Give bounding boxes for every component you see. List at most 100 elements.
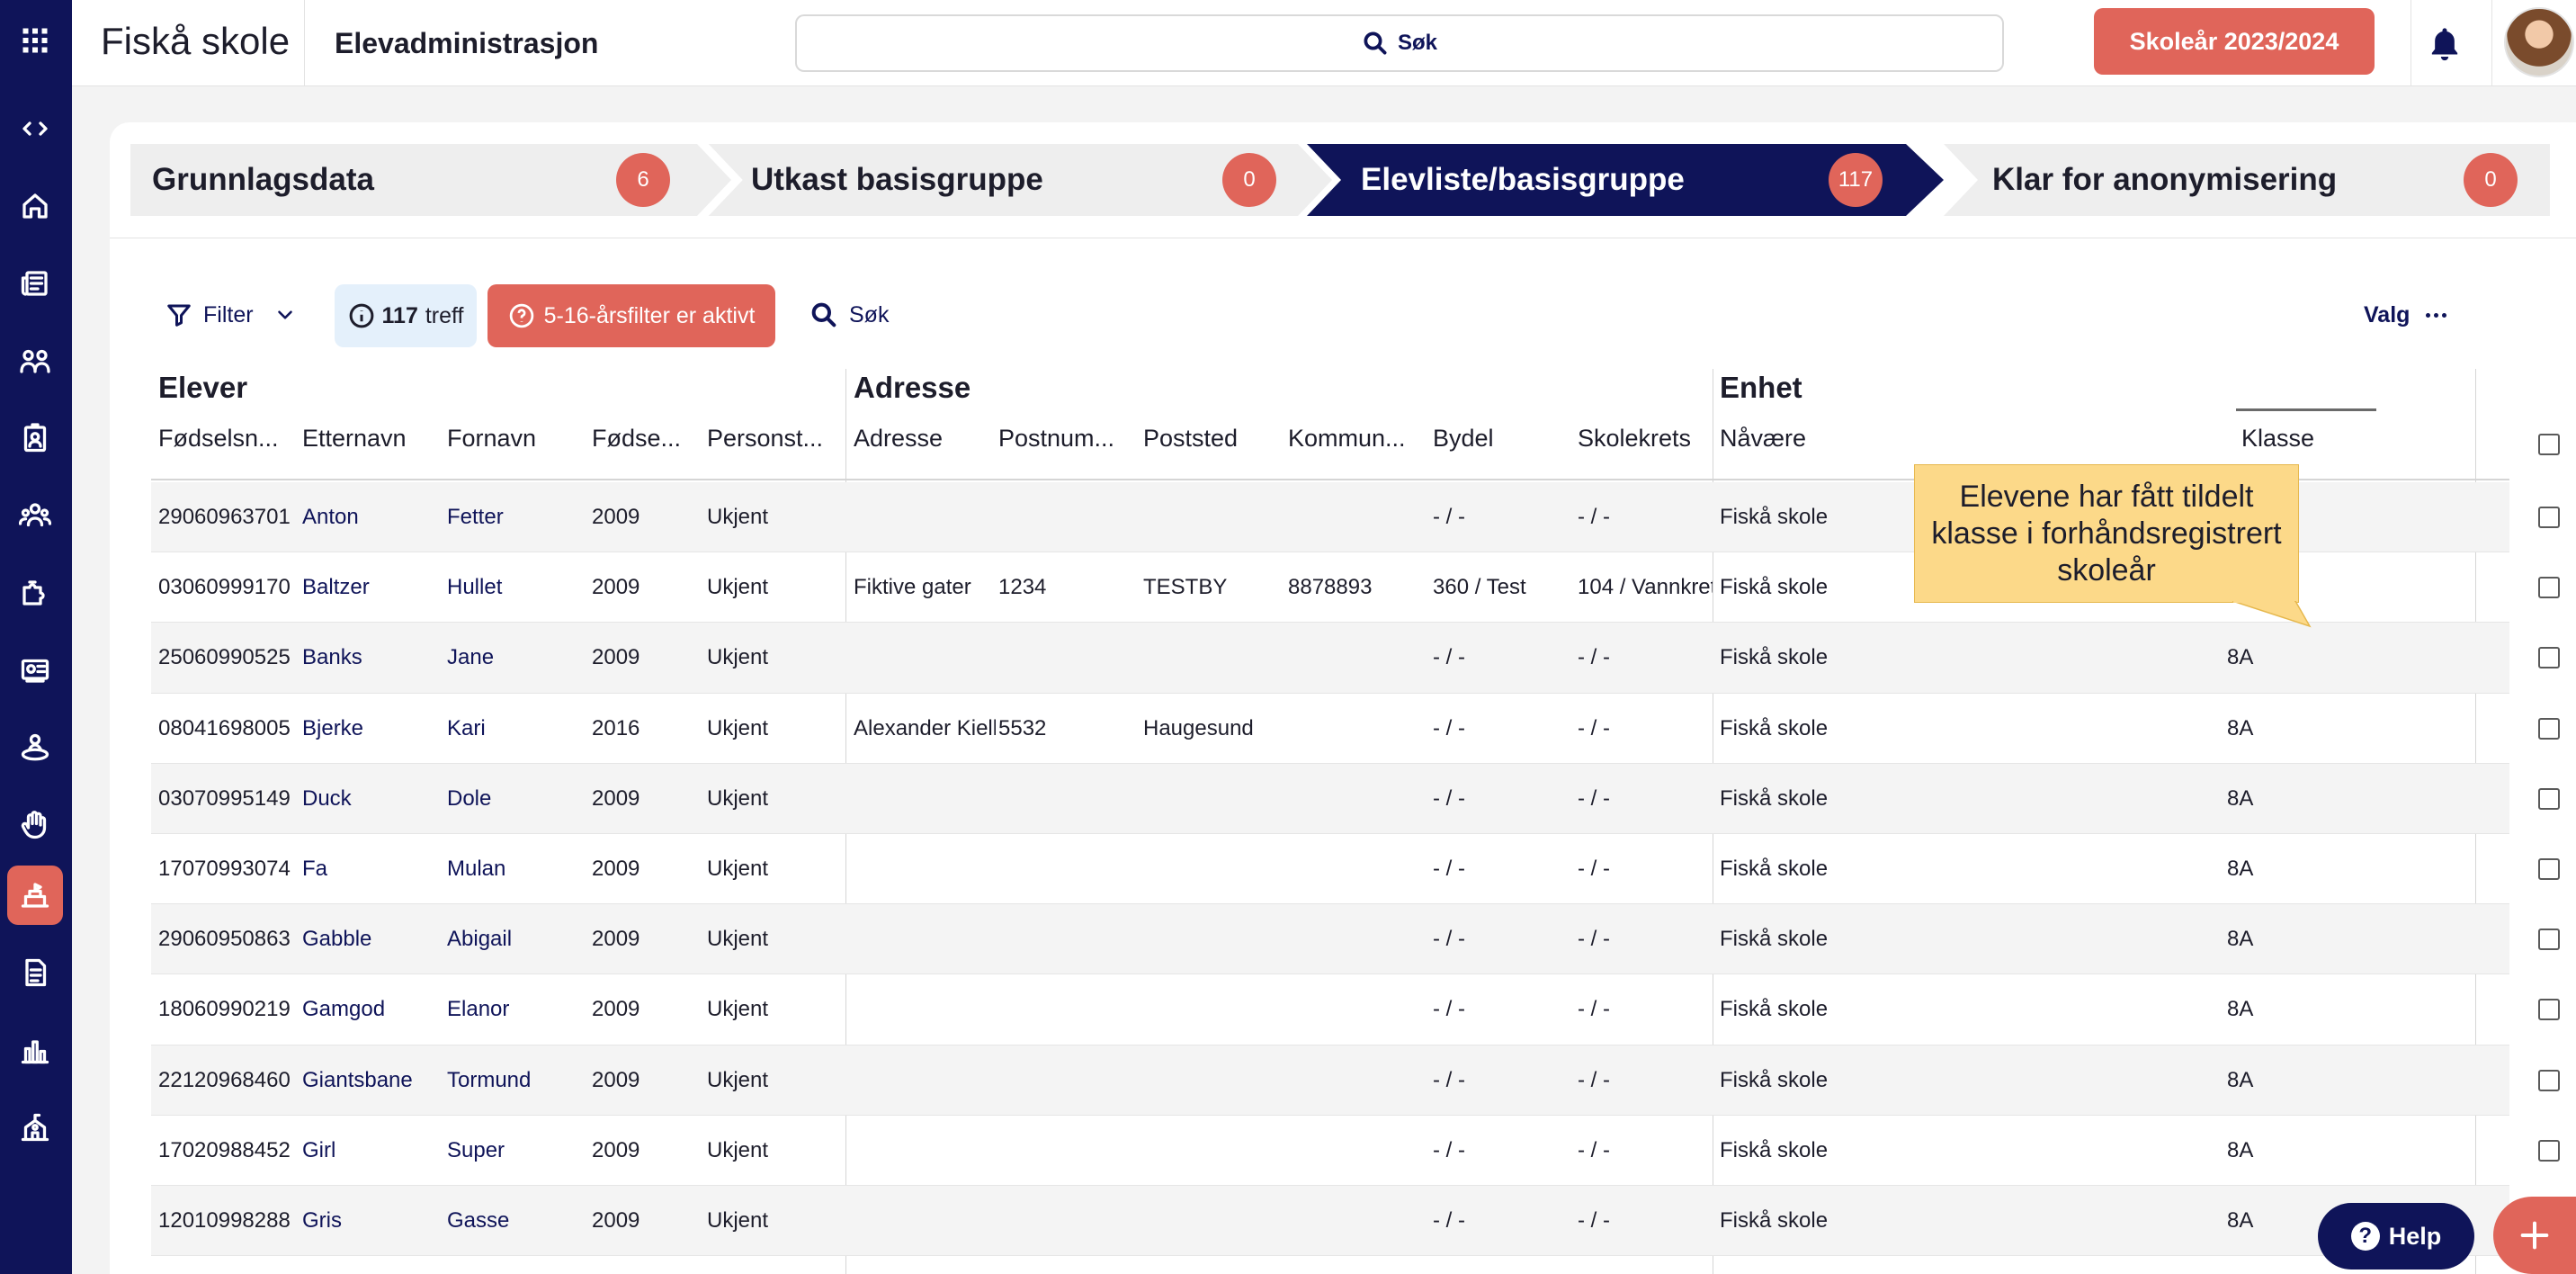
cell-navaerende-enhet: Fiskå skole [1720, 856, 1829, 881]
table-row[interactable]: 08041698005 Bjerke Kari 2016 Ukjent Alexander… [151, 694, 2560, 764]
user-avatar[interactable] [2504, 7, 2574, 77]
person-ring-icon[interactable] [7, 718, 63, 777]
cell-etternavn[interactable]: Bjerke [302, 694, 444, 764]
cell-etternavn[interactable]: Giantsbane [302, 1045, 444, 1116]
column-header-etternavn[interactable]: Etternavn [302, 425, 437, 453]
cell-fornavn[interactable]: Tormund [447, 1045, 589, 1116]
cell-fornavn[interactable]: Fetter [447, 482, 589, 552]
column-header-adresse[interactable]: Adresse [854, 425, 988, 453]
cell-etternavn[interactable]: Fa [302, 834, 444, 904]
hand-icon[interactable] [7, 795, 63, 855]
options-menu-button[interactable]: Valg [2364, 293, 2447, 336]
cell-etternavn[interactable]: Banks [302, 623, 444, 693]
table-row[interactable]: 22120968460 Giantsbane Tormund 2009 Ukjent - … [151, 1045, 2560, 1116]
cell-fornavn[interactable]: Elanor [447, 974, 589, 1045]
cell-etternavn[interactable]: Gamgod [302, 974, 444, 1045]
table-row[interactable]: 17020988452 Girl Super 2009 Ukjent - / - - / -… [151, 1116, 2560, 1186]
step-elevliste-basisgruppe[interactable]: Elevliste/basisgruppe 117 [1307, 144, 1944, 216]
cell-kommune [1288, 1186, 1430, 1256]
table-search-label: Søk [849, 301, 890, 327]
help-button[interactable]: ? Help [2318, 1203, 2474, 1270]
cell-etternavn[interactable]: Baltzer [302, 552, 444, 623]
cell-fornavn[interactable]: Dole [447, 764, 589, 834]
cell-fornavn[interactable]: Hullet [447, 552, 589, 623]
cell-navaerende-enhet: Fiskå skole [1720, 645, 1829, 670]
table-row[interactable]: 17070993074 Fa Mulan 2009 Ukjent - / - - / - Fi… [151, 834, 2560, 905]
puzzle-icon[interactable] [7, 563, 63, 623]
select-all-checkbox[interactable] [2538, 434, 2560, 455]
people-icon[interactable] [7, 486, 63, 545]
cell-poststed [1143, 904, 1285, 974]
news-icon[interactable] [7, 254, 63, 313]
row-select-checkbox[interactable] [2538, 1139, 2560, 1162]
cell-fornavn[interactable]: Gasse [447, 1186, 589, 1256]
column-header-fodselsar[interactable]: Fødse... [592, 425, 700, 453]
column-header-klasse[interactable]: Klasse [2241, 425, 2376, 453]
school-year-button[interactable]: Skoleår 2023/2024 [2094, 8, 2375, 75]
cell-adresse: Fiktive gater [854, 575, 971, 600]
step-klar-for-anonymisering[interactable]: Klar for anonymisering 0 [1906, 144, 2550, 216]
age-filter-chip[interactable]: 5-16-årsfilter er aktivt [487, 284, 775, 347]
row-select-checkbox[interactable] [2538, 857, 2560, 880]
cell-fornavn[interactable]: Jane [447, 623, 589, 693]
cell-fornavn[interactable]: Kari [447, 694, 589, 764]
table-row[interactable]: 03070995149 Duck Dole 2009 Ukjent - / - - / - F… [151, 763, 2560, 834]
document-icon[interactable] [7, 943, 63, 1002]
app-grid-icon[interactable] [7, 11, 63, 70]
row-select-checkbox[interactable] [2538, 507, 2560, 528]
column-header-navaerende-enhet[interactable]: Nåvære [1720, 425, 1855, 453]
step-utkast-basisgruppe[interactable]: Utkast basisgruppe 0 [706, 144, 1332, 216]
column-header-kommune[interactable]: Kommun... [1288, 425, 1423, 453]
cell-fornavn[interactable]: Mulan [447, 834, 589, 904]
column-header-fornavn[interactable]: Fornavn [447, 425, 582, 453]
step-grunnlagsdata[interactable]: Grunnlagsdata 6 [130, 144, 731, 216]
row-select-checkbox[interactable] [2538, 999, 2560, 1021]
cell-klasse: 8A [2227, 785, 2254, 811]
cell-etternavn[interactable]: Duck [302, 764, 444, 834]
cell-bydel: - / - [1433, 1207, 1465, 1233]
student-admin-icon[interactable] [7, 866, 63, 925]
bar-chart-icon[interactable] [7, 1020, 63, 1080]
cell-adresse [854, 1186, 996, 1256]
step-label: Utkast basisgruppe [751, 162, 1043, 197]
cell-etternavn[interactable]: Anton [302, 482, 444, 552]
column-header-skolekrets[interactable]: Skolekrets [1578, 425, 1713, 453]
cell-fornavn[interactable]: Abigail [447, 904, 589, 974]
table-row[interactable]: 18060990219 Gamgod Elanor 2009 Ukjent - / - - … [151, 974, 2560, 1045]
global-search-input[interactable]: Søk [795, 14, 2004, 72]
cell-fodselsar: 2009 [592, 997, 640, 1022]
add-fab-button[interactable] [2493, 1197, 2576, 1274]
id-badge-icon[interactable] [7, 408, 63, 468]
row-select-checkbox[interactable] [2538, 647, 2560, 669]
column-header-poststed[interactable]: Poststed [1143, 425, 1278, 453]
row-select-checkbox[interactable] [2538, 1069, 2560, 1091]
groups-icon[interactable] [7, 331, 63, 390]
table-search-button[interactable]: Søk [809, 293, 889, 336]
school-building-icon[interactable] [7, 1098, 63, 1157]
table-row[interactable]: 25060990525 Banks Jane 2009 Ukjent - / - - / -… [151, 623, 2560, 694]
exam-icon[interactable] [7, 641, 63, 700]
cell-etternavn[interactable]: Gris [302, 1186, 444, 1256]
row-select-checkbox[interactable] [2538, 929, 2560, 951]
school-name[interactable]: Fiskå skole [101, 20, 290, 63]
expand-rail-icon[interactable] [7, 99, 63, 158]
column-header-bydel[interactable]: Bydel [1433, 425, 1568, 453]
cell-etternavn[interactable]: Gabble [302, 904, 444, 974]
notifications-bell-icon[interactable] [2421, 20, 2468, 67]
row-select-checkbox[interactable] [2538, 577, 2560, 599]
column-header-fodselsnummer[interactable]: Fødselsn... [158, 425, 293, 453]
column-header-postnummer[interactable]: Postnum... [998, 425, 1133, 453]
cell-etternavn[interactable]: Girl [302, 1116, 444, 1186]
row-select-checkbox[interactable] [2538, 787, 2560, 810]
cell-navaerende-enhet: Fiskå skole [1720, 785, 1829, 811]
home-icon[interactable] [7, 176, 63, 236]
table-row[interactable]: 12010998288 Gris Gasse 2009 Ukjent - / - - / -… [151, 1185, 2560, 1257]
cell-fornavn[interactable]: Super [447, 1116, 589, 1186]
column-header-personstatus[interactable]: Personst... [707, 425, 842, 453]
filter-button[interactable]: Filter [165, 293, 297, 336]
table-row[interactable]: 29060950863 Gabble Abigail 2009 Ukjent - / - -… [151, 904, 2560, 975]
cell-personstatus: Ukjent [707, 645, 769, 670]
column-resize-handle[interactable] [2236, 408, 2376, 411]
cell-adresse [854, 1116, 996, 1186]
row-select-checkbox[interactable] [2538, 717, 2560, 740]
